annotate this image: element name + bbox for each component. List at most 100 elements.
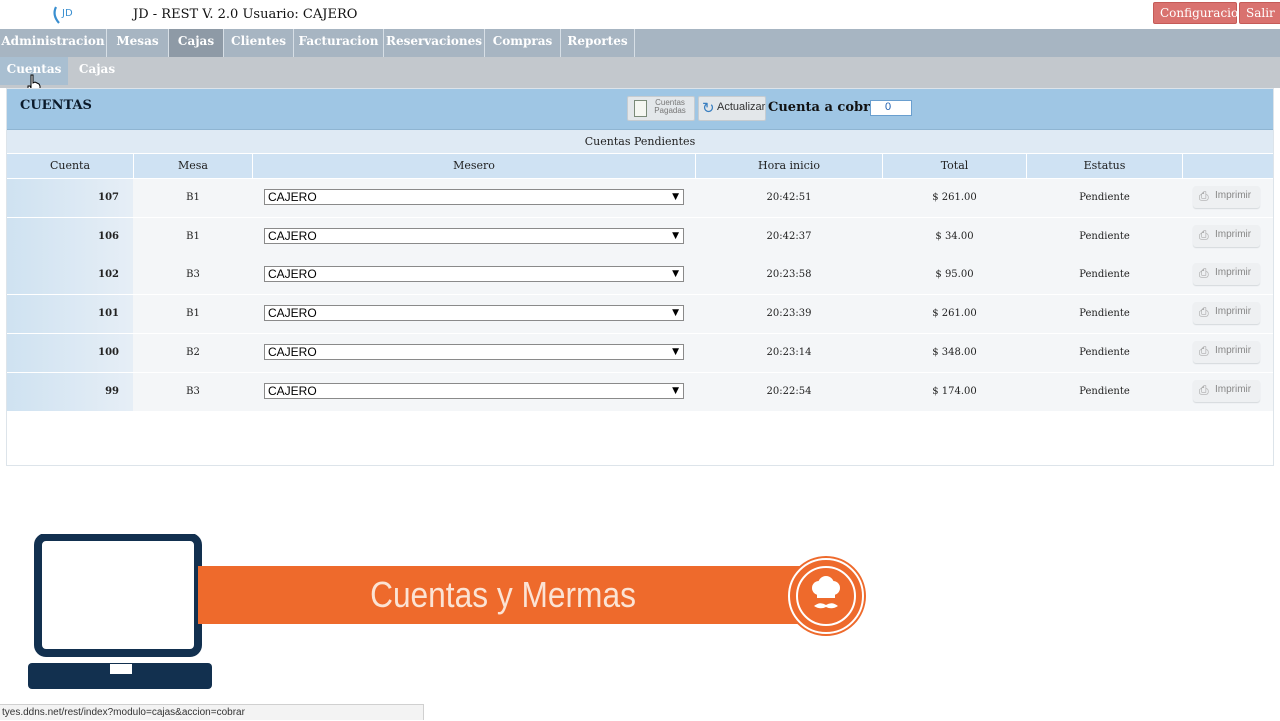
- total-value: $ 95.00: [935, 269, 974, 281]
- mesero-selected-value: CAJERO: [268, 306, 317, 321]
- hora-inicio-value: 20:23:39: [766, 308, 812, 320]
- banner-title: Cuentas y Mermas: [370, 574, 636, 615]
- total-value: $ 34.00: [935, 230, 974, 242]
- printer-icon: ⎙: [1199, 343, 1209, 358]
- cuenta-number: 101: [7, 295, 133, 334]
- estatus-value: Pendiente: [1079, 192, 1130, 203]
- hora-inicio-value: 20:42:37: [766, 230, 812, 242]
- dropdown-arrow-icon: ▼: [672, 385, 679, 396]
- mesa-value: B1: [186, 308, 200, 320]
- imprimir-label: Imprimir: [1215, 190, 1252, 201]
- estatus-value: Pendiente: [1079, 346, 1130, 358]
- dropdown-arrow-icon: ▼: [672, 230, 679, 241]
- browser-status-url: tyes.ddns.net/rest/index?modulo=cajas&ac…: [0, 704, 424, 720]
- column-header-total: Total: [883, 154, 1027, 178]
- menu-item-clientes[interactable]: Clientes: [224, 29, 294, 57]
- app-title: JD - REST V. 2.0 Usuario: CAJERO: [133, 7, 358, 22]
- menu-item-administracion[interactable]: Administracion: [0, 29, 107, 57]
- estatus-value: Pendiente: [1079, 269, 1130, 281]
- cuentas-panel: CUENTAS Cuentas Pagadas ↻ Actualizar Cue…: [6, 88, 1274, 466]
- actualizar-button[interactable]: ↻ Actualizar: [698, 96, 766, 121]
- hora-inicio-value: 20:23:14: [766, 346, 812, 358]
- cuenta-number: 106: [7, 217, 133, 256]
- column-header-hora-inicio: Hora inicio: [696, 154, 883, 178]
- configuracion-button[interactable]: Configuracion: [1153, 2, 1246, 24]
- imprimir-button[interactable]: ⎙ Imprimir: [1193, 224, 1260, 247]
- top-bar: JD JD - REST V. 2.0 Usuario: CAJERO Conf…: [0, 0, 1280, 29]
- imprimir-label: Imprimir: [1215, 383, 1252, 395]
- total-value: $ 348.00: [932, 346, 977, 358]
- mesero-select[interactable]: CAJERO ▼: [264, 266, 684, 283]
- table-row: 106 B1 CAJERO ▼ 20:42:37 $ 34.00 Pendiente ⎙ Imp…: [7, 217, 1273, 257]
- mesa-value: B3: [186, 385, 200, 397]
- dropdown-arrow-icon: ▼: [672, 192, 679, 202]
- menu-item-reservaciones[interactable]: Reservaciones: [384, 29, 485, 57]
- menu-item-reportes[interactable]: Reportes: [561, 29, 635, 57]
- mesero-select[interactable]: CAJERO ▼: [264, 227, 684, 244]
- jd-logo-icon: JD: [53, 6, 73, 24]
- dropdown-arrow-icon: ▼: [672, 346, 679, 357]
- estatus-value: Pendiente: [1079, 385, 1130, 397]
- mesa-value: B3: [186, 269, 200, 281]
- cuentas-pendientes-header: Cuentas Pendientes: [7, 130, 1273, 153]
- panel-title: CUENTAS: [20, 98, 92, 113]
- hora-inicio-value: 20:23:58: [766, 269, 812, 281]
- cuenta-number: 100: [7, 333, 133, 372]
- mesero-selected-value: CAJERO: [268, 344, 317, 359]
- actualizar-label: Actualizar: [717, 101, 766, 113]
- menu-item-compras[interactable]: Compras: [485, 29, 561, 57]
- total-value: $ 261.00: [932, 308, 977, 320]
- printer-icon: ⎙: [1199, 189, 1209, 203]
- table-row: 107 B1 CAJERO ▼ 20:42:51 $ 261.00 Pendiente ⎙ Im…: [7, 179, 1273, 218]
- imprimir-label: Imprimir: [1215, 306, 1252, 318]
- imprimir-button[interactable]: ⎙ Imprimir: [1193, 379, 1260, 402]
- cuentas-pagadas-label: Cuentas Pagadas: [654, 98, 686, 115]
- mesa-value: B1: [186, 192, 200, 203]
- dropdown-arrow-icon: ▼: [672, 269, 679, 280]
- column-header-estatus: Estatus: [1027, 154, 1183, 178]
- mesero-select[interactable]: CAJERO ▼: [264, 343, 684, 360]
- salir-button[interactable]: Salir: [1239, 2, 1280, 24]
- table-row: 101 B1 CAJERO ▼ 20:23:39 $ 261.00 Pendiente ⎙ Im…: [7, 295, 1273, 335]
- refresh-icon: ↻: [702, 99, 715, 117]
- cuenta-number: 107: [7, 179, 133, 217]
- imprimir-button[interactable]: ⎙ Imprimir: [1193, 263, 1260, 286]
- cuenta-number: 102: [7, 256, 133, 295]
- table-row: 102 B3 CAJERO ▼ 20:23:58 $ 95.00 Pendiente ⎙ Imp…: [7, 256, 1273, 296]
- total-value: $ 261.00: [932, 192, 977, 203]
- mesero-selected-value: CAJERO: [268, 190, 317, 204]
- cuenta-number: 99: [7, 372, 133, 411]
- imprimir-label: Imprimir: [1215, 267, 1252, 279]
- mesa-value: B2: [186, 346, 200, 358]
- imprimir-label: Imprimir: [1215, 228, 1252, 240]
- menu-item-mesas[interactable]: Mesas: [107, 29, 169, 57]
- mesero-select[interactable]: CAJERO ▼: [264, 189, 684, 205]
- imprimir-button[interactable]: ⎙ Imprimir: [1193, 340, 1260, 363]
- cuentas-pagadas-button[interactable]: Cuentas Pagadas: [627, 96, 695, 121]
- menu-item-cajas[interactable]: Cajas: [169, 29, 224, 57]
- table-row: 99 B3 CAJERO ▼ 20:22:54 $ 174.00 Pendiente ⎙ Imp…: [7, 372, 1273, 412]
- total-value: $ 174.00: [932, 385, 977, 397]
- submenu-item-cajas[interactable]: Cajas: [68, 57, 126, 85]
- document-icon: [634, 100, 647, 117]
- imprimir-button[interactable]: ⎙ Imprimir: [1193, 302, 1260, 325]
- estatus-value: Pendiente: [1079, 230, 1130, 242]
- mesero-selected-value: CAJERO: [268, 383, 317, 398]
- printer-icon: ⎙: [1199, 382, 1209, 397]
- dropdown-arrow-icon: ▼: [672, 308, 679, 319]
- mesero-select[interactable]: CAJERO ▼: [264, 305, 684, 322]
- printer-icon: ⎙: [1199, 305, 1209, 320]
- mesero-select[interactable]: CAJERO ▼: [264, 382, 684, 399]
- cuenta-a-cobrar-input[interactable]: 0: [870, 100, 912, 116]
- main-menu: Administracion Mesas Cajas Clientes Fact…: [0, 29, 1280, 57]
- column-header-actions: [1183, 154, 1273, 178]
- imprimir-button[interactable]: ⎙ Imprimir: [1193, 186, 1260, 208]
- estatus-value: Pendiente: [1079, 308, 1130, 320]
- column-header-mesa: Mesa: [134, 154, 253, 178]
- sub-menu: Cuentas Cajas: [0, 57, 1280, 88]
- mesero-selected-value: CAJERO: [268, 267, 317, 282]
- menu-item-facturacion[interactable]: Facturacion: [294, 29, 384, 57]
- imprimir-label: Imprimir: [1215, 344, 1252, 356]
- column-header-cuenta: Cuenta: [7, 154, 134, 178]
- printer-icon: ⎙: [1199, 227, 1209, 242]
